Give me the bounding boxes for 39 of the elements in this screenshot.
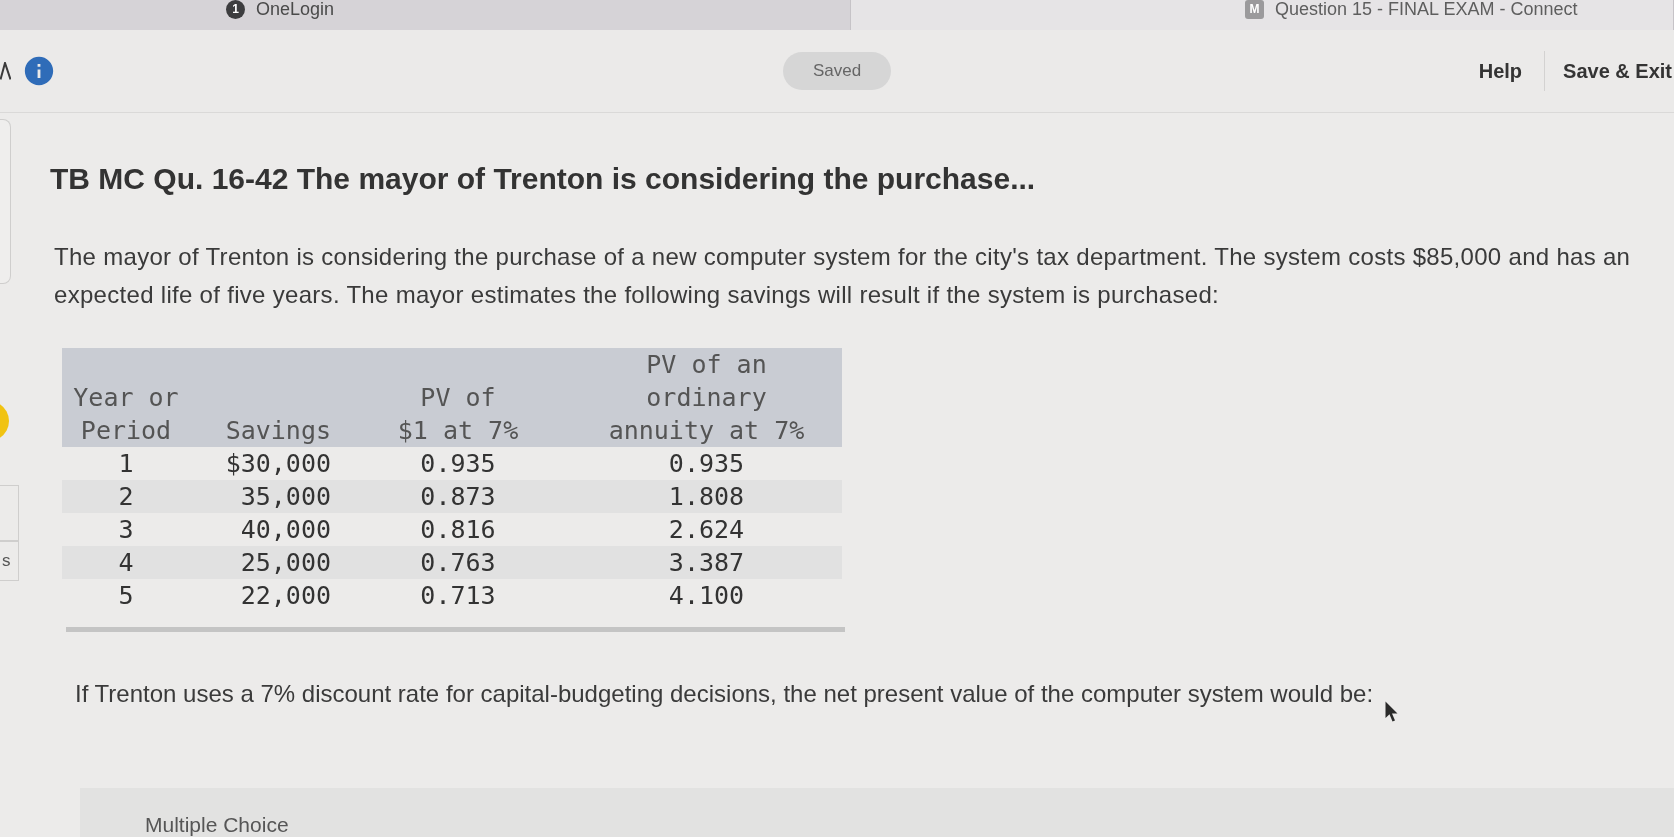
table-cell: 2.624 [571,513,842,546]
column-header: PV of $1 at 7% [345,348,571,447]
column-header: Year or Period [62,348,190,447]
table-cell: 22,000 [190,579,345,612]
side-tab[interactable]: s [0,541,19,581]
logo-icon [0,62,11,80]
table-cell: 3.387 [571,546,842,579]
table-cell: 1 [62,447,190,480]
help-link[interactable]: Help [1478,55,1523,87]
table-cell: 3 [62,513,190,546]
table-cell: 0.713 [345,579,571,612]
table-cell: 0.935 [571,447,842,480]
table-cell: 0.763 [345,546,571,579]
table-cell: $30,000 [190,447,345,480]
question-title: TB MC Qu. 16-42 The mayor of Trenton is considering the purchase... [50,161,1036,197]
save-exit-button[interactable]: Save & Exit [1563,55,1672,87]
question-prompt: If Trenton uses a 7% discount rate for capital-budgeting decisions, the net present value of the computer system would be: [75,680,1374,708]
table-cell: 35,000 [190,480,345,513]
table-cell: 0.935 [345,447,571,480]
info-icon[interactable] [22,54,56,88]
table-cell: 0.816 [345,513,571,546]
table-cell: 2 [62,480,190,513]
saved-status: Saved [783,52,891,90]
column-header: Savings [190,348,345,447]
browser-tab[interactable]: 1 OneLogin [0,0,851,30]
tab-favicon: 1 [226,0,245,19]
table-cell: 0.873 [345,480,571,513]
question-text: The mayor of Trenton is considering the purchase of a new computer system for the city's tax department. The system costs $85,000 and has an expected life of five years. The mayor estimates the following savings will result if the system is purchased: [54,242,1632,310]
table-cell: 5 [62,579,190,612]
column-header: PV of an ordinary annuity at 7% [571,348,842,447]
section-heading: Multiple Choice [145,813,289,836]
table-cell: 25,000 [190,546,345,579]
tab-favicon: M [1245,0,1264,19]
browser-tab[interactable]: M Question 15 - FINAL EXAM - Connect [851,0,1674,30]
table-cell: 40,000 [190,513,345,546]
mouse-pointer-icon [1385,701,1398,722]
table-cell: 4 [62,546,190,579]
table-cell: 4.100 [571,579,842,612]
table-cell: 1.808 [571,480,842,513]
